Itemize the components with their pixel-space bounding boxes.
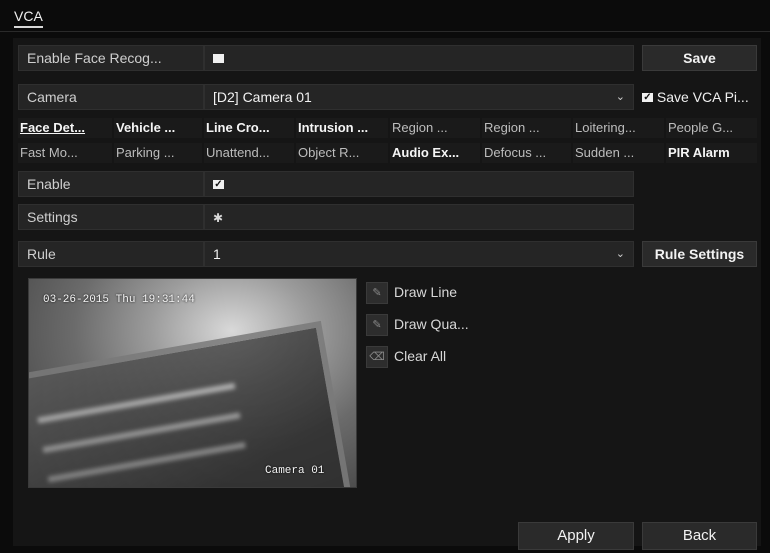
detection-tab[interactable]: Object R... [296, 143, 388, 163]
face-recog-label: Enable Face Recog... [18, 45, 204, 71]
detection-tab[interactable]: Sudden ... [573, 143, 664, 163]
settings-field: ✱ [204, 204, 634, 230]
camera-select-value: [D2] Camera 01 [213, 89, 312, 105]
tab-bar [0, 0, 770, 32]
preview-timestamp: 03-26-2015 Thu 19:31:44 [43, 294, 195, 306]
detection-tab[interactable]: Parking ... [114, 143, 202, 163]
enable-checkbox[interactable]: ✓ [213, 179, 224, 189]
draw-quad-label: Draw Qua... [394, 316, 469, 332]
edit-icon: ✎ [366, 314, 388, 337]
face-recog-checkbox[interactable] [213, 53, 224, 63]
detection-tab[interactable]: Face Det... [18, 118, 112, 138]
detection-tab[interactable]: Vehicle ... [114, 118, 202, 138]
detection-tab[interactable]: Fast Mo... [18, 143, 112, 163]
save-vca-picture-option[interactable]: ✓ Save VCA Pi... [642, 84, 766, 110]
detection-tab[interactable]: Region ... [390, 118, 480, 138]
camera-label: Camera [18, 84, 204, 110]
preview-camera-name: Camera 01 [265, 465, 325, 477]
camera-preview[interactable]: 03-26-2015 Thu 19:31:44 Camera 01 [28, 278, 357, 488]
tab-vca[interactable]: VCA [14, 8, 43, 28]
draw-quadrilateral-tool[interactable]: ✎ Draw Qua... [366, 313, 469, 337]
gear-icon[interactable]: ✱ [213, 211, 223, 225]
detection-tab[interactable]: People G... [666, 118, 757, 138]
detection-tab[interactable]: Unattend... [204, 143, 294, 163]
detection-tab[interactable]: PIR Alarm [666, 143, 757, 163]
clear-all-tool[interactable]: ⌫ Clear All [366, 345, 447, 369]
detection-tab[interactable]: Line Cro... [204, 118, 294, 138]
draw-line-tool[interactable]: ✎ Draw Line [366, 281, 458, 305]
detection-tab[interactable]: Intrusion ... [296, 118, 388, 138]
rule-settings-button[interactable]: Rule Settings [642, 241, 757, 267]
face-recog-field [204, 45, 634, 71]
save-vca-label: Save VCA Pi... [656, 89, 749, 105]
detection-tab[interactable]: Defocus ... [482, 143, 571, 163]
camera-select[interactable]: [D2] Camera 01 ⌄ [204, 84, 634, 110]
save-button[interactable]: Save [642, 45, 757, 71]
detection-tab[interactable]: Loitering... [573, 118, 664, 138]
enable-field: ✓ [204, 171, 634, 197]
back-button[interactable]: Back [642, 522, 757, 550]
chevron-down-icon: ⌄ [615, 248, 625, 260]
rule-select[interactable]: 1 ⌄ [204, 241, 634, 267]
rule-select-value: 1 [213, 246, 221, 262]
settings-label: Settings [18, 204, 204, 230]
clear-all-label: Clear All [394, 348, 447, 364]
save-vca-checkbox[interactable]: ✓ [642, 92, 653, 102]
chevron-down-icon: ⌄ [615, 91, 625, 103]
detection-tab[interactable]: Region ... [482, 118, 571, 138]
clear-icon: ⌫ [366, 346, 388, 369]
preview-scene [29, 320, 356, 487]
draw-line-label: Draw Line [394, 284, 458, 300]
rule-label: Rule [18, 241, 204, 267]
detection-tab[interactable]: Audio Ex... [390, 143, 480, 163]
enable-label: Enable [18, 171, 204, 197]
pencil-icon: ✎ [366, 282, 388, 305]
apply-button[interactable]: Apply [518, 522, 634, 550]
